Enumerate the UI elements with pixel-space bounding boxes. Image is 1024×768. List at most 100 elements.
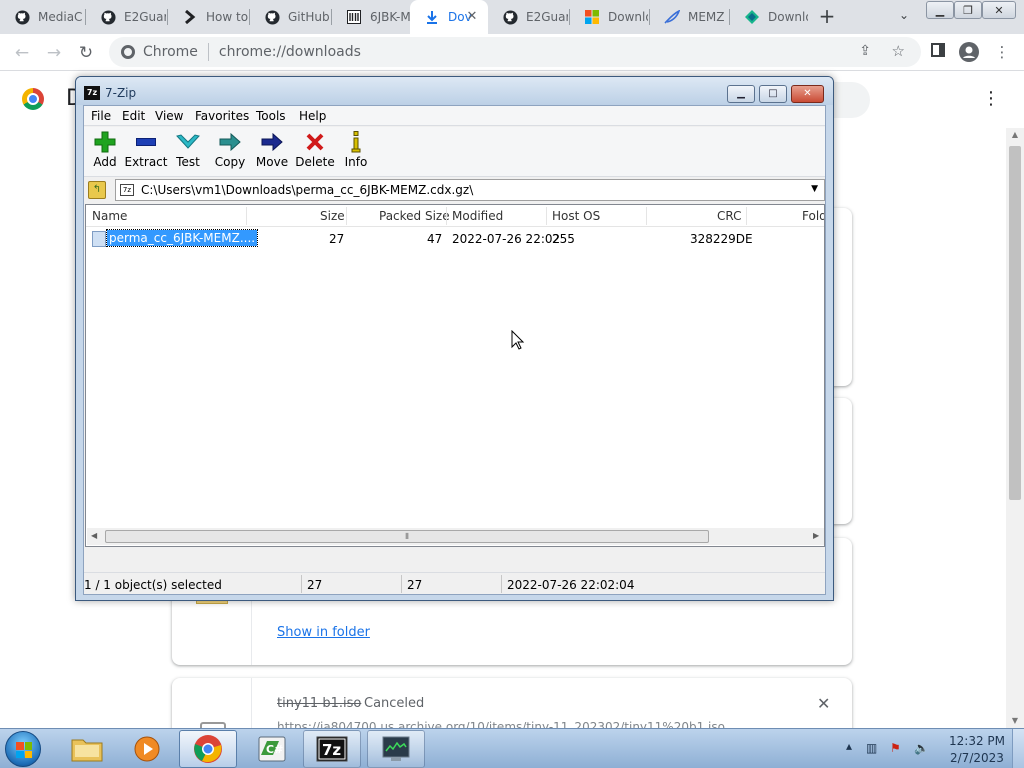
tab-e2guardian[interactable]: E2Guar <box>86 0 166 34</box>
scrollbar-thumb[interactable] <box>1009 146 1021 500</box>
clock-time[interactable]: 12:32 PM <box>949 734 1005 748</box>
download-url[interactable]: https://ia804700.us.archive.org/10/items… <box>277 720 725 728</box>
add-button[interactable]: Add <box>83 130 127 174</box>
side-panel-icon[interactable] <box>928 42 948 62</box>
page-menu-icon[interactable]: ⋮ <box>982 88 1000 110</box>
column-folders[interactable]: Fold <box>802 209 824 223</box>
network-icon[interactable]: ▥ <box>866 741 877 755</box>
sevenzip-window: 7z 7-Zip ▁ □ ✕ File Edit View Favorites … <box>75 76 834 601</box>
scroll-left-icon[interactable]: ◀ <box>91 531 97 540</box>
extract-button[interactable]: Extract <box>124 130 168 174</box>
remove-download-button[interactable]: ✕ <box>817 694 830 713</box>
column-size[interactable]: Size <box>320 209 345 223</box>
back-button[interactable]: ← <box>11 42 33 64</box>
taskbar-file-explorer[interactable] <box>58 730 116 768</box>
scroll-right-icon[interactable]: ▶ <box>813 531 819 540</box>
show-in-folder-link[interactable]: Show in folder <box>277 625 370 640</box>
tab-label: 6JBK-M <box>370 10 410 24</box>
tab-download-site[interactable]: Downlo <box>730 0 808 34</box>
tab-memz[interactable]: MEMZ <box>650 0 728 34</box>
folder-icon <box>71 739 103 762</box>
minimize-button[interactable]: ▁ <box>926 1 954 19</box>
tab-archive[interactable]: 6JBK-M <box>332 0 410 34</box>
action-center-flag-icon[interactable]: ⚑ <box>890 741 901 755</box>
taskbar-task-manager[interactable] <box>367 730 425 768</box>
scroll-down-icon[interactable]: ▼ <box>1010 716 1020 726</box>
star-icon[interactable]: ☆ <box>892 42 905 60</box>
profile-avatar[interactable] <box>959 42 979 62</box>
volume-icon[interactable]: 🔈 <box>914 741 929 755</box>
tab-label: GitHub <box>288 10 330 24</box>
sevenzip-icon: 7z <box>84 86 100 100</box>
menu-file[interactable]: File <box>91 109 111 123</box>
share-icon[interactable]: ⇪ <box>859 43 871 59</box>
new-tab-button[interactable]: + <box>815 5 839 29</box>
tab-microsoft-download[interactable]: Downlo <box>570 0 648 34</box>
status-bar: 1 / 1 object(s) selected 27 27 2022-07-2… <box>84 572 825 594</box>
delete-button[interactable]: Delete <box>293 130 337 174</box>
show-desktop-button[interactable] <box>1012 729 1024 768</box>
check-icon <box>166 130 210 154</box>
close-icon[interactable]: ✕ <box>464 9 480 25</box>
file-name-cell[interactable]: perma_cc_6JBK-MEMZ.... <box>105 229 259 247</box>
reload-button[interactable]: ↻ <box>75 42 97 64</box>
taskbar-chrome[interactable] <box>179 730 237 768</box>
window-titlebar[interactable]: 7z 7-Zip ▁ □ ✕ <box>76 77 833 105</box>
scroll-up-icon[interactable]: ▲ <box>1010 130 1020 140</box>
test-button[interactable]: Test <box>166 130 210 174</box>
minimize-button[interactable]: ▁ <box>727 85 755 103</box>
forward-button[interactable]: → <box>43 42 65 64</box>
tab-mediac[interactable]: MediaC <box>0 0 84 34</box>
page-scrollbar[interactable]: ▲ ▼ <box>1006 128 1024 728</box>
status-packed: 27 <box>407 578 423 592</box>
windows-flag-icon <box>16 742 32 758</box>
menu-help[interactable]: Help <box>299 109 326 123</box>
show-hidden-icons-icon[interactable]: ▴ <box>846 739 852 753</box>
reload-icon: ↻ <box>78 43 94 63</box>
menu-edit[interactable]: Edit <box>122 109 145 123</box>
move-button[interactable]: Move <box>250 130 294 174</box>
column-name[interactable]: Name <box>92 209 127 223</box>
restore-button[interactable]: ❐ <box>954 1 982 19</box>
address-bar[interactable]: Chrome chrome://downloads ⇪ ☆ <box>109 37 921 67</box>
download-filename[interactable]: tiny11 b1.iso <box>277 696 361 711</box>
menu-view[interactable]: View <box>155 109 183 123</box>
menu-tools[interactable]: Tools <box>256 109 286 123</box>
tab-label: Downlo <box>608 10 648 24</box>
taskbar-7zip[interactable]: 7z <box>303 730 361 768</box>
tab-search-button[interactable]: ⌄ <box>894 8 914 26</box>
copy-button[interactable]: Copy <box>208 130 252 174</box>
info-button[interactable]: Info <box>334 130 378 174</box>
up-folder-icon[interactable]: ↰ <box>88 181 106 199</box>
column-crc[interactable]: CRC <box>717 209 742 223</box>
path-combobox[interactable]: 7z C:\Users\vm1\Downloads\perma_cc_6JBK-… <box>115 179 825 201</box>
maximize-button[interactable]: □ <box>759 85 787 103</box>
arrow-left-icon: ← <box>14 43 30 63</box>
close-window-button[interactable]: ✕ <box>982 1 1016 19</box>
tab-downloads[interactable]: Dov ✕ <box>410 0 488 34</box>
download-icon-column <box>172 678 252 728</box>
tab-e2guardian-2[interactable]: E2Guar <box>488 0 568 34</box>
column-host-os[interactable]: Host OS <box>552 209 600 223</box>
start-button[interactable] <box>5 731 41 767</box>
column-modified[interactable]: Modified <box>452 209 503 223</box>
dropdown-arrow-icon[interactable]: ▼ <box>811 184 818 194</box>
status-divider <box>501 575 502 593</box>
menu-kebab-icon[interactable]: ⋮ <box>992 42 1012 62</box>
menu-favorites[interactable]: Favorites <box>195 109 249 123</box>
info-icon <box>334 130 378 154</box>
scrollbar-thumb[interactable]: ⦀ <box>105 530 709 543</box>
horizontal-scrollbar[interactable]: ◀ ⦀ ▶ <box>87 528 824 545</box>
tab-github[interactable]: GitHub <box>250 0 330 34</box>
github-icon <box>264 9 280 25</box>
column-packed-size[interactable]: Packed Size <box>379 209 450 223</box>
archive-icon: 7z <box>120 184 134 196</box>
close-button[interactable]: ✕ <box>791 85 824 103</box>
taskbar-csharp[interactable]: C# <box>243 730 301 768</box>
tab-how-to[interactable]: How to <box>168 0 248 34</box>
file-list[interactable]: Name Size Packed Size Modified Host OS C… <box>85 204 825 547</box>
maximize-icon: □ <box>768 88 778 99</box>
clock-date[interactable]: 2/7/2023 <box>950 751 1004 765</box>
tab-label: Downlo <box>768 10 808 24</box>
taskbar-media-player[interactable] <box>118 730 176 768</box>
